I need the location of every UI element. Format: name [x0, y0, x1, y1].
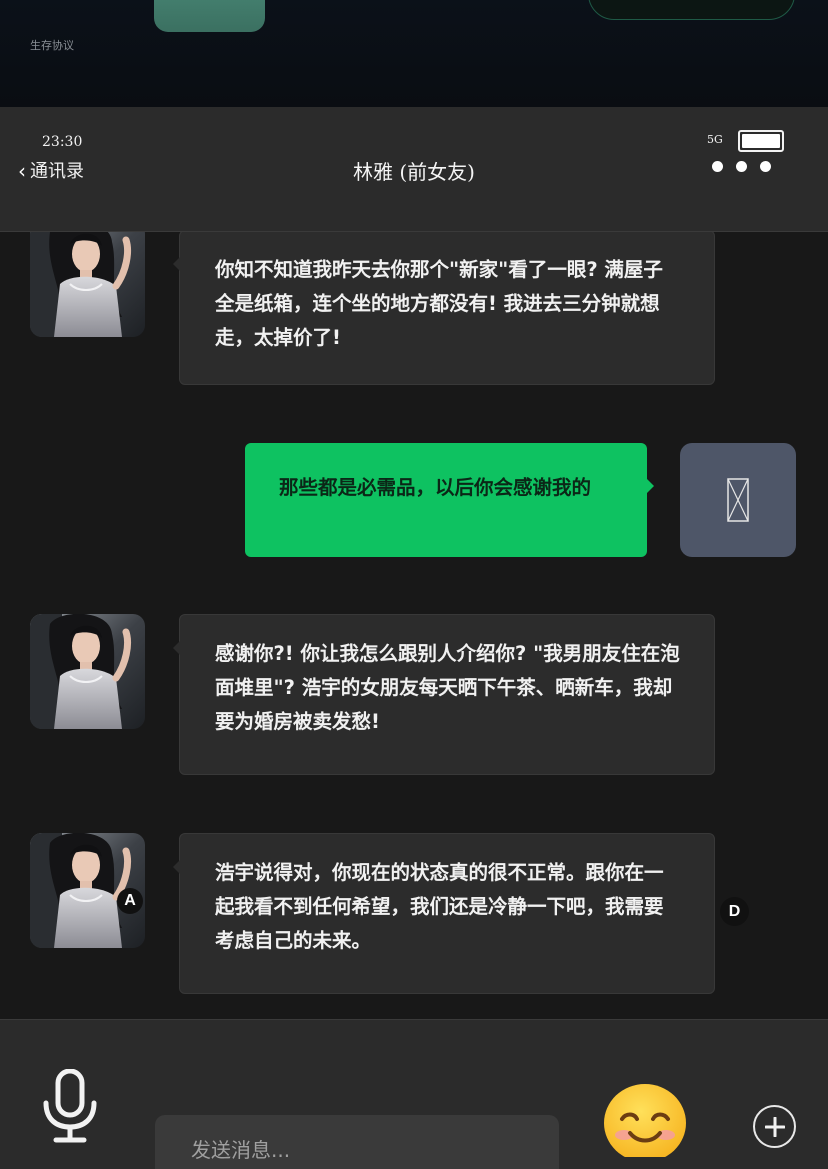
plus-circle-icon[interactable] — [753, 1105, 796, 1148]
battery-icon — [738, 130, 784, 152]
message-list[interactable]: 你知不知道我昨天去你那个"新家"看了一眼? 满屋子全是纸箱，连个坐的地方都没有!… — [0, 232, 828, 1019]
battery-fill — [742, 134, 780, 148]
message-text: 感谢你?! 你让我怎么跟别人介绍你? "我男朋友住在泡面堆里"? 浩宇的女朋友每… — [215, 642, 680, 733]
more-dot — [760, 161, 771, 172]
signal-indicator: 5G — [707, 133, 723, 146]
protocol-link[interactable]: 生存协议 — [30, 37, 74, 53]
background-card-right — [588, 0, 795, 20]
background-app-strip: 生存协议 — [0, 0, 828, 107]
status-time: 23:30 — [42, 134, 83, 150]
missing-image-icon — [727, 478, 749, 522]
message-text: 你知不知道我昨天去你那个"新家"看了一眼? 满屋子全是纸箱，连个坐的地方都没有!… — [215, 258, 663, 349]
more-options-button[interactable] — [712, 161, 771, 172]
self-avatar[interactable] — [680, 443, 796, 557]
message-text: 那些都是必需品，以后你会感谢我的 — [279, 476, 592, 499]
smiling-face-emoji-icon[interactable] — [602, 1083, 688, 1162]
incoming-message-bubble[interactable]: 感谢你?! 你让我怎么跟别人介绍你? "我男朋友住在泡面堆里"? 浩宇的女朋友每… — [173, 614, 715, 775]
chat-header: 23:30 5G ‹ 通讯录 林雅 (前女友) — [0, 107, 828, 232]
avatar-badge: A — [117, 888, 143, 914]
outgoing-message-bubble[interactable]: 那些都是必需品，以后你会感谢我的 — [245, 443, 654, 557]
incoming-message-bubble[interactable]: 你知不知道我昨天去你那个"新家"看了一眼? 满屋子全是纸箱，连个坐的地方都没有!… — [173, 232, 715, 385]
chat-title: 林雅 (前女友) — [353, 160, 475, 184]
message-input[interactable] — [155, 1115, 559, 1169]
contact-avatar[interactable] — [30, 614, 145, 729]
microphone-icon[interactable] — [40, 1068, 100, 1149]
side-badge: D — [720, 897, 749, 926]
background-card-left — [154, 0, 265, 32]
contact-avatar[interactable] — [30, 232, 145, 337]
more-dot — [736, 161, 747, 172]
input-bar — [0, 1019, 828, 1169]
more-dot — [712, 161, 723, 172]
message-text: 浩宇说得对，你现在的状态真的很不正常。跟你在一起我看不到任何希望，我们还是冷静一… — [215, 861, 664, 952]
incoming-message-bubble[interactable]: 浩宇说得对，你现在的状态真的很不正常。跟你在一起我看不到任何希望，我们还是冷静一… — [173, 833, 715, 994]
